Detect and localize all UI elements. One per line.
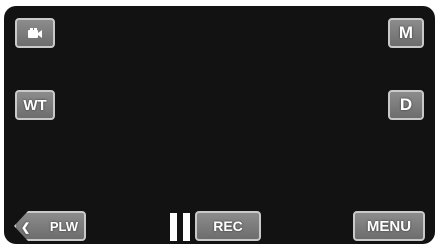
pause-bar-left [170,213,177,241]
record-label: REC [213,218,243,234]
video-mode-button[interactable] [15,18,55,48]
menu-button[interactable]: MENU [353,211,425,241]
display-label: D [399,95,413,114]
pause-bar-right [183,213,190,241]
zoom-wt-label: WT [23,96,47,114]
video-camera-icon [28,28,42,38]
manual-mode-label: M [398,23,414,42]
pause-icon [170,213,190,241]
back-arrow-icon: ❮ [21,222,31,234]
display-button[interactable]: D [388,90,424,120]
playback-label: PLW [49,218,78,234]
playback-button[interactable]: ❮ PLW [14,211,86,241]
menu-label: MENU [366,217,412,235]
record-button[interactable]: REC [195,211,261,241]
camera-touch-screen: M WT D ❮ PLW REC MENU [4,6,435,244]
manual-mode-button[interactable]: M [388,18,424,48]
zoom-wt-button[interactable]: WT [15,90,55,120]
